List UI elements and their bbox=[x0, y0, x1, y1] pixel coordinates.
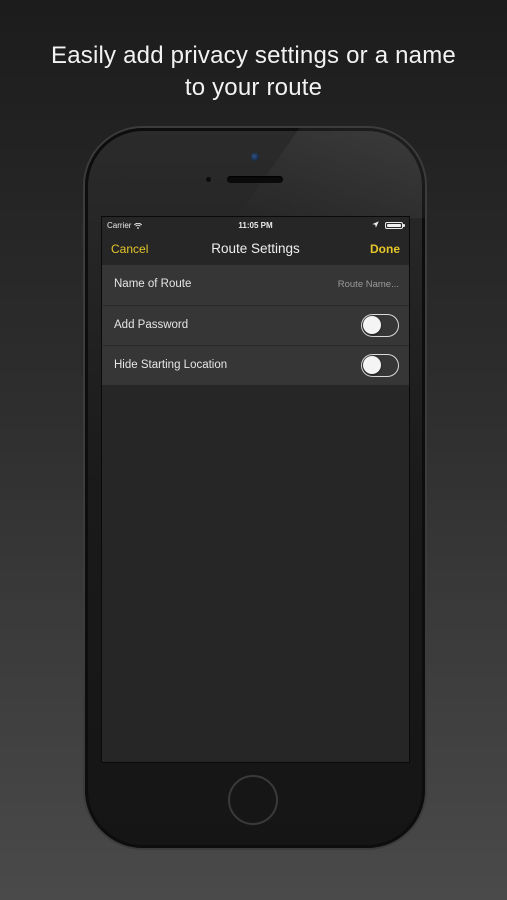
front-camera-icon bbox=[251, 153, 259, 161]
settings-row-add-password: Add Password bbox=[102, 305, 409, 345]
status-bar: Carrier 11:05 PM bbox=[102, 217, 409, 235]
hide-starting-location-toggle[interactable] bbox=[361, 354, 399, 377]
phone-screen: Carrier 11:05 PM Cancel Route Settings D… bbox=[101, 216, 410, 763]
status-right-group bbox=[372, 221, 405, 230]
battery-fill bbox=[387, 224, 401, 227]
status-time: 11:05 PM bbox=[238, 221, 273, 230]
proximity-sensor bbox=[206, 177, 211, 182]
settings-list: Name of Route Add Password Hide Starting… bbox=[102, 265, 409, 385]
settings-row-hide-starting-location: Hide Starting Location bbox=[102, 345, 409, 385]
headline-line-2: to your route bbox=[184, 74, 323, 101]
home-button[interactable] bbox=[228, 775, 278, 825]
battery-icon bbox=[385, 222, 405, 229]
done-button[interactable]: Done bbox=[370, 242, 400, 256]
page-title: Route Settings bbox=[211, 241, 300, 256]
route-name-label: Name of Route bbox=[114, 278, 192, 290]
headline-line-1: Easily add privacy settings or a name bbox=[51, 42, 456, 69]
headline: Easily add privacy settings or a name to… bbox=[0, 40, 507, 104]
navigation-bar: Cancel Route Settings Done bbox=[102, 235, 409, 265]
add-password-toggle[interactable] bbox=[361, 314, 399, 337]
toggle-knob bbox=[363, 316, 381, 334]
earpiece-speaker bbox=[227, 176, 283, 183]
settings-row-route-name: Name of Route bbox=[102, 265, 409, 305]
toggle-knob bbox=[363, 356, 381, 374]
hide-starting-location-label: Hide Starting Location bbox=[114, 359, 228, 371]
add-password-label: Add Password bbox=[114, 319, 189, 331]
power-button bbox=[425, 290, 429, 342]
location-arrow-icon bbox=[372, 221, 379, 230]
route-name-input[interactable] bbox=[249, 275, 399, 293]
